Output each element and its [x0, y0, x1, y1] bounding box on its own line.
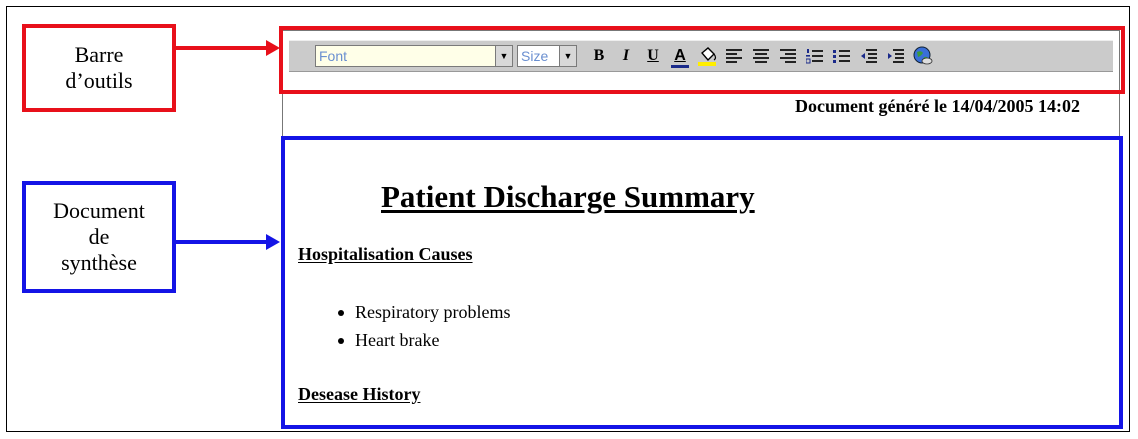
- document-callout-line-2: de: [88, 224, 110, 249]
- toolbar-callout-line-1: Barre: [74, 42, 124, 67]
- document-callout-line-3: synthèse: [61, 250, 137, 275]
- list-item: Heart brake: [337, 327, 510, 355]
- cause-list: Respiratory problems Heart brake: [337, 299, 510, 355]
- toolbar-arrow: [176, 40, 280, 56]
- document-arrow: [176, 234, 280, 250]
- page-title: Patient Discharge Summary: [381, 179, 755, 214]
- section-heading: Desease History: [298, 384, 421, 404]
- document-callout-line-1: Document: [53, 198, 145, 223]
- document-callout: Document de synthèse: [22, 181, 176, 293]
- list-item: Respiratory problems: [337, 299, 510, 327]
- toolbar-highlight-box: [279, 26, 1125, 94]
- generated-timestamp: Document généré le 14/04/2005 14:02: [795, 96, 1080, 116]
- toolbar-callout: Barre d’outils: [22, 24, 176, 112]
- section-heading: Hospitalisation Causes: [298, 244, 473, 264]
- toolbar-callout-line-2: d’outils: [65, 68, 133, 93]
